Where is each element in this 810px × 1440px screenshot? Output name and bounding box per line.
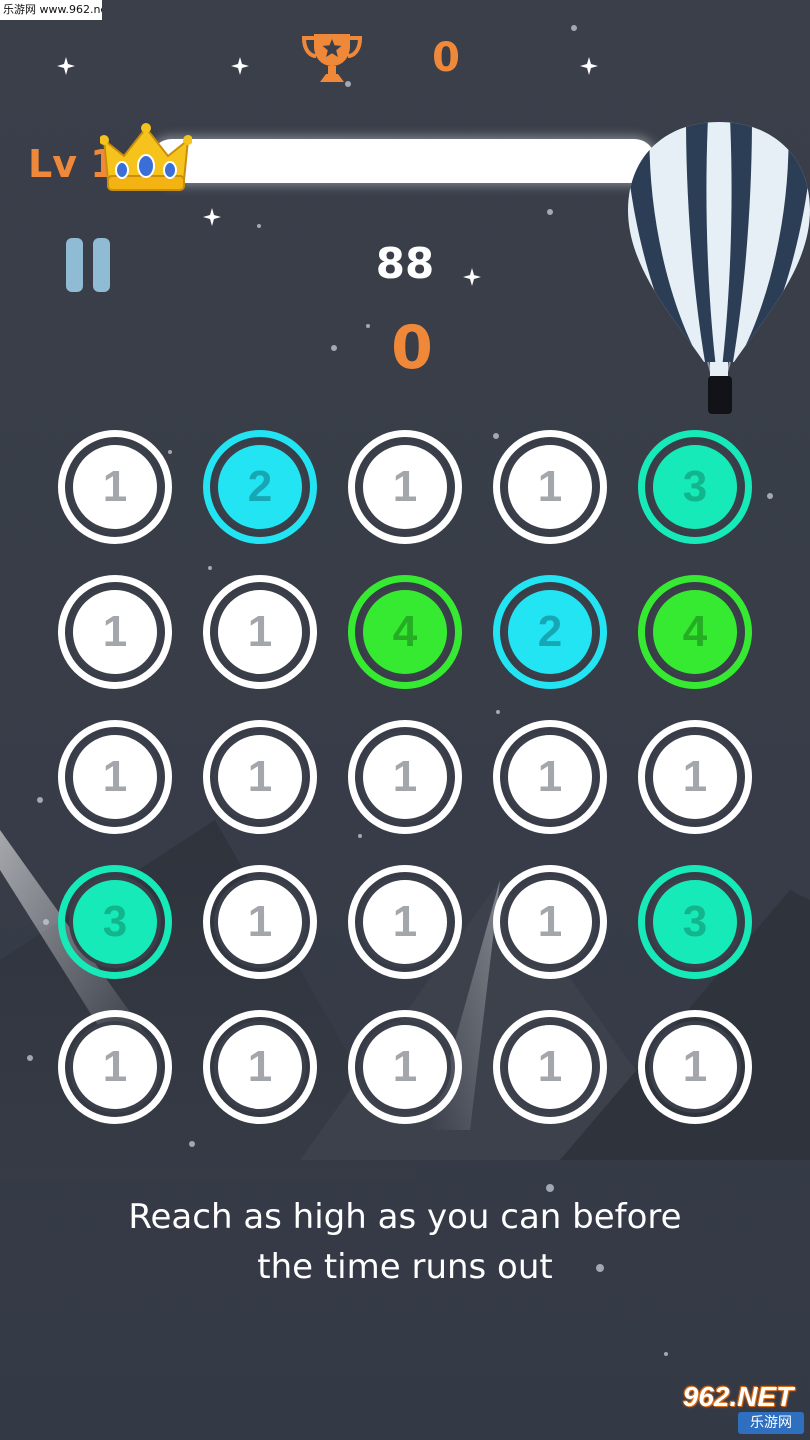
tile-r1-c2[interactable]: 2 [203, 430, 317, 544]
tile-number: 1 [102, 462, 128, 511]
tile-r4-c3[interactable]: 1 [348, 865, 462, 979]
tile-inner: 1 [649, 731, 741, 823]
game-board: 1 2 1 1 3 1 1 4 2 4 1 1 1 1 1 3 1 1 1 3 1 1 1 1 1 [58, 430, 752, 1124]
watermark-logo-subtext: 乐游网 [738, 1412, 804, 1434]
tile-r3-c5[interactable]: 1 [638, 720, 752, 834]
tile-inner: 1 [649, 1021, 741, 1113]
tile-inner: 4 [649, 586, 741, 678]
tile-number: 1 [247, 1042, 273, 1091]
tile-r2-c3[interactable]: 4 [348, 575, 462, 689]
tile-number: 1 [102, 607, 128, 656]
tile-inner: 1 [359, 1021, 451, 1113]
tile-inner: 1 [69, 586, 161, 678]
tile-r5-c3[interactable]: 1 [348, 1010, 462, 1124]
tile-number: 1 [247, 607, 273, 656]
tile-number: 1 [682, 1042, 708, 1091]
tile-number: 1 [392, 1042, 418, 1091]
tile-inner: 1 [504, 731, 596, 823]
tile-number: 1 [392, 897, 418, 946]
pause-icon-bar-left [66, 238, 83, 292]
tile-r1-c4[interactable]: 1 [493, 430, 607, 544]
tile-number: 3 [682, 462, 708, 511]
tile-number: 1 [537, 752, 563, 801]
tile-inner: 1 [504, 441, 596, 533]
tile-inner: 1 [504, 1021, 596, 1113]
tile-r3-c3[interactable]: 1 [348, 720, 462, 834]
watermark-logo-text: 962.NET [682, 1381, 794, 1412]
tile-number: 1 [392, 462, 418, 511]
tile-number: 1 [682, 752, 708, 801]
countdown-timer: 88 [375, 239, 435, 288]
hot-air-balloon [628, 122, 810, 414]
tile-r4-c1[interactable]: 3 [58, 865, 172, 979]
tile-number: 3 [102, 897, 128, 946]
tile-r2-c2[interactable]: 1 [203, 575, 317, 689]
tile-r1-c5[interactable]: 3 [638, 430, 752, 544]
instruction-line-2: the time runs out [257, 1247, 553, 1287]
tile-r2-c5[interactable]: 4 [638, 575, 752, 689]
instruction-line-1: Reach as high as you can before [128, 1197, 682, 1237]
tile-number: 3 [682, 897, 708, 946]
tile-r3-c1[interactable]: 1 [58, 720, 172, 834]
tile-inner: 1 [69, 441, 161, 533]
current-score: 0 [391, 313, 433, 383]
tile-r2-c4[interactable]: 2 [493, 575, 607, 689]
tile-inner: 1 [214, 586, 306, 678]
tile-r4-c4[interactable]: 1 [493, 865, 607, 979]
pause-button[interactable] [64, 238, 112, 292]
tile-inner: 2 [504, 586, 596, 678]
tile-r3-c2[interactable]: 1 [203, 720, 317, 834]
tile-inner: 3 [69, 876, 161, 968]
tile-number: 4 [392, 607, 418, 656]
tile-r1-c1[interactable]: 1 [58, 430, 172, 544]
tile-inner: 1 [69, 1021, 161, 1113]
tile-inner: 1 [359, 441, 451, 533]
level-progress-bar [150, 139, 656, 183]
tile-inner: 1 [69, 731, 161, 823]
tile-number: 1 [537, 1042, 563, 1091]
pause-icon-bar-right [93, 238, 110, 292]
tile-number: 4 [682, 607, 708, 656]
tile-number: 2 [247, 462, 273, 511]
tile-r2-c1[interactable]: 1 [58, 575, 172, 689]
tile-r5-c4[interactable]: 1 [493, 1010, 607, 1124]
tile-inner: 2 [214, 441, 306, 533]
tile-r5-c1[interactable]: 1 [58, 1010, 172, 1124]
tile-inner: 3 [649, 441, 741, 533]
tile-inner: 4 [359, 586, 451, 678]
tile-number: 1 [247, 897, 273, 946]
tile-number: 1 [247, 752, 273, 801]
tile-r3-c4[interactable]: 1 [493, 720, 607, 834]
tile-number: 1 [537, 897, 563, 946]
tile-inner: 1 [359, 876, 451, 968]
tile-r4-c5[interactable]: 3 [638, 865, 752, 979]
crown-icon [100, 123, 192, 191]
tile-inner: 1 [214, 1021, 306, 1113]
watermark-top: 乐游网 www.962.net [0, 0, 102, 20]
tile-r5-c5[interactable]: 1 [638, 1010, 752, 1124]
trophy-star-icon [301, 34, 363, 82]
tile-inner: 1 [504, 876, 596, 968]
tile-number: 1 [102, 1042, 128, 1091]
tile-r4-c2[interactable]: 1 [203, 865, 317, 979]
tile-number: 1 [392, 752, 418, 801]
tile-r5-c2[interactable]: 1 [203, 1010, 317, 1124]
tile-inner: 1 [359, 731, 451, 823]
best-score: 0 [432, 35, 460, 81]
tile-number: 2 [537, 607, 563, 656]
watermark-bottom: 962.NET 乐游网 [668, 1382, 808, 1436]
tile-number: 1 [537, 462, 563, 511]
tile-inner: 1 [214, 731, 306, 823]
tile-inner: 3 [649, 876, 741, 968]
tile-inner: 1 [214, 876, 306, 968]
tile-number: 1 [102, 752, 128, 801]
tile-r1-c3[interactable]: 1 [348, 430, 462, 544]
instruction-text: Reach as high as you can before the time… [80, 1192, 730, 1302]
